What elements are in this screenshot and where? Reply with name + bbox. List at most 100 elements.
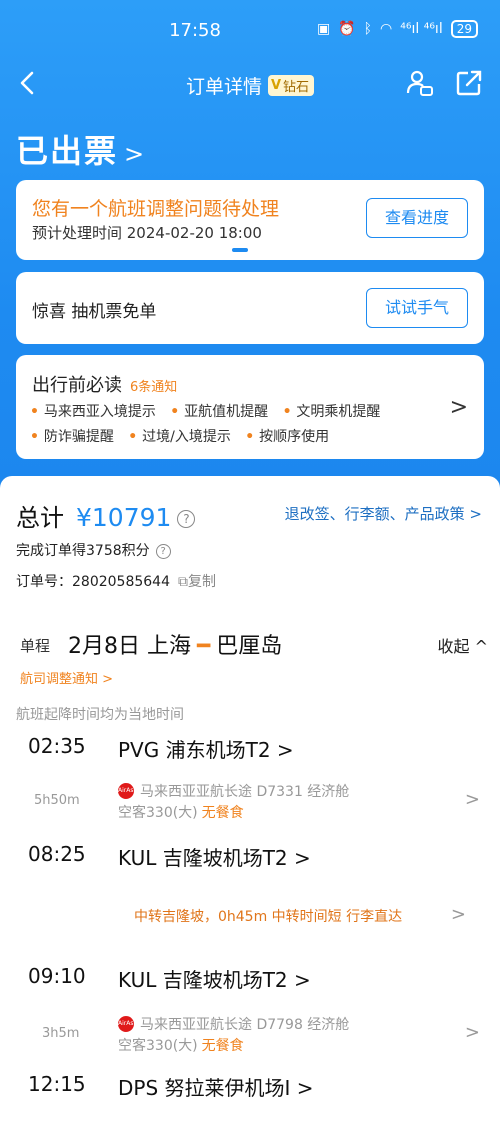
member-badge: V 钻石 <box>267 75 315 96</box>
chevron-right-icon: > <box>469 505 482 523</box>
help-icon[interactable]: ? <box>155 543 171 559</box>
collapse-button[interactable]: 收起 ^ <box>437 633 488 657</box>
lucky-draw-text: 惊喜 抽机票免单 <box>32 302 157 322</box>
route-from: 上海 <box>147 634 192 659</box>
airasia-logo-icon: AirAsia <box>118 1016 139 1032</box>
notice-item: 亚航值机提醒 <box>170 404 268 420</box>
bluetooth-icon: ᛒ <box>363 21 373 37</box>
chevron-right-icon: > <box>464 1022 480 1043</box>
flight-aircraft-meal: 空客330(大) 无餐食 <box>118 802 244 822</box>
travel-notice-card[interactable]: 出行前必读 6条通知 马来西亚入境提示 亚航值机提醒 文明乘机提醒 防诈骗提醒 过… <box>16 355 484 459</box>
flight-aircraft-meal: 空客330(大) 无餐食 <box>118 1035 244 1055</box>
chevron-right-icon: > <box>450 904 466 925</box>
notice-item: 过境/入境提示 <box>128 429 231 445</box>
route-header: 单程 2月8日 上海 ━ 巴厘岛 收起 ^ <box>20 628 490 660</box>
chevron-right-icon: > <box>296 1076 314 1100</box>
order-status[interactable]: 已出票 > <box>16 126 146 172</box>
customer-service-icon[interactable] <box>404 68 434 98</box>
nav-bar: 订单详情 V 钻石 <box>0 62 500 108</box>
signal-icon: ⁴⁶ıl ⁴⁶ıl <box>400 21 443 37</box>
route-date: 2月8日 <box>68 634 140 659</box>
flight-meal: 无餐食 <box>201 1038 244 1054</box>
flight-duration: 3h5m <box>42 1026 80 1041</box>
chevron-right-icon: > <box>276 738 294 762</box>
collapse-label: 收起 <box>437 637 470 656</box>
status-bar: 17:58 ▣ ⏰ ᛒ ◠ ⁴⁶ıl ⁴⁶ıl 29 <box>0 14 500 44</box>
notice-item: 文明乘机提醒 <box>283 404 381 420</box>
notice-item: 防诈骗提醒 <box>30 429 114 445</box>
page-title: 订单详情 <box>185 76 262 98</box>
segment-time: 12:15 <box>28 1072 86 1096</box>
lucky-draw-card[interactable]: 惊喜 抽机票免单 试试手气 <box>16 272 484 344</box>
order-status-text: 已出票 <box>16 132 119 170</box>
chevron-up-icon: ^ <box>474 637 488 656</box>
local-time-note: 航班起降时间均为当地时间 <box>16 707 184 723</box>
total-label: 总计 <box>16 504 64 532</box>
segment-time: 09:10 <box>28 964 86 988</box>
flight-info[interactable]: 3h5m AirAsia 马来西亚亚航长途 D7798 经济舱 空客330(大)… <box>0 1014 500 1058</box>
segment-airport: PVG 浦东机场T2 > <box>118 734 294 763</box>
travel-notice-row-2: 防诈骗提醒 过境/入境提示 按顺序使用 <box>30 426 339 446</box>
total-row: 总计 ¥10791? <box>16 498 196 533</box>
travel-notice-row-1: 马来西亚入境提示 亚航值机提醒 文明乘机提醒 <box>30 401 390 421</box>
chevron-right-icon: > <box>102 672 114 687</box>
segment-airport-label: KUL 吉隆坡机场T2 <box>118 846 288 870</box>
copy-button[interactable]: ⧉复制 <box>178 574 216 590</box>
chevron-right-icon: > <box>294 846 311 870</box>
segment-airport-label: DPS 努拉莱伊机场I <box>118 1076 291 1100</box>
try-luck-button[interactable]: 试试手气 <box>366 288 468 328</box>
route-arrow-icon: ━ <box>197 634 211 659</box>
chevron-right-icon: > <box>124 140 147 168</box>
nfc-icon: ▣ <box>316 21 331 37</box>
badge-label: 钻石 <box>283 80 310 95</box>
flight-aircraft: 空客330(大) <box>118 805 198 821</box>
order-number: 28020585644 <box>72 574 170 590</box>
order-detail-panel: 总计 ¥10791? 退改签、行李额、产品政策 > 完成订单得3758积分? 订单… <box>0 476 500 1121</box>
segment-airport: KUL 吉隆坡机场T2 > <box>118 842 311 871</box>
airline-adjust-notice-link[interactable]: 航司调整通知 > <box>20 668 113 687</box>
carousel-indicator <box>232 248 248 252</box>
travel-notice-count: 6条通知 <box>130 380 178 395</box>
flight-duration: 5h50m <box>34 793 80 808</box>
flight-aircraft: 空客330(大) <box>118 1038 198 1054</box>
segment-airport-label: PVG 浦东机场T2 <box>118 738 271 762</box>
airline-adjust-notice-label: 航司调整通知 <box>20 672 99 687</box>
adjust-notice-subtitle: 预计处理时间 2024-02-20 18:00 <box>32 224 262 242</box>
policy-link[interactable]: 退改签、行李额、产品政策 > <box>285 503 482 524</box>
chevron-right-icon: > <box>449 395 468 420</box>
segment-time: 08:25 <box>28 842 86 866</box>
battery-icon: 29 <box>450 20 478 38</box>
points-info: 完成订单得3758积分? <box>16 540 171 560</box>
notice-item: 马来西亚入境提示 <box>30 404 156 420</box>
transfer-info[interactable]: 中转吉隆坡，0h45m 中转时间短 行李直达 <box>134 906 402 926</box>
notice-item: 按顺序使用 <box>245 429 329 445</box>
points-text: 完成订单得3758积分 <box>16 543 150 559</box>
status-icons: ▣ ⏰ ᛒ ◠ ⁴⁶ıl ⁴⁶ıl 29 <box>317 20 478 38</box>
flight-meal: 无餐食 <box>201 805 244 821</box>
share-icon[interactable] <box>454 68 484 98</box>
wifi-icon: ◠ <box>380 21 393 37</box>
segment-airport-label: KUL 吉隆坡机场T2 <box>118 968 288 992</box>
travel-notice-header: 出行前必读 6条通知 <box>32 371 177 397</box>
flight-info[interactable]: 5h50m AirAsia 马来西亚亚航长途 D7331 经济舱 空客330(大… <box>0 781 500 825</box>
copy-icon: ⧉ <box>177 574 188 590</box>
flight-airline-number: 马来西亚亚航长途 D7798 经济舱 <box>140 1017 350 1033</box>
view-progress-button[interactable]: 查看进度 <box>366 198 468 238</box>
trip-type-tag: 单程 <box>20 637 51 655</box>
chevron-right-icon: > <box>464 789 480 810</box>
travel-notice-title: 出行前必读 <box>32 375 122 396</box>
help-icon[interactable]: ? <box>177 510 196 528</box>
route-title: 2月8日 上海 ━ 巴厘岛 <box>68 628 282 660</box>
diamond-v-icon: V <box>270 78 282 93</box>
chevron-right-icon: > <box>294 968 311 992</box>
adjust-notice-title: 您有一个航班调整问题待处理 <box>32 198 280 220</box>
order-number-label: 订单号： <box>16 574 72 590</box>
alarm-icon: ⏰ <box>338 21 356 37</box>
flight-adjust-card[interactable]: 您有一个航班调整问题待处理 预计处理时间 2024-02-20 18:00 查看… <box>16 180 484 260</box>
total-price: ¥10791 <box>76 503 172 532</box>
segment-airport: KUL 吉隆坡机场T2 > <box>118 964 311 993</box>
segment-airport: DPS 努拉莱伊机场I > <box>118 1072 314 1101</box>
policy-link-label: 退改签、行李额、产品政策 <box>284 505 465 523</box>
order-number-row: 订单号：28020585644 ⧉复制 <box>16 571 216 591</box>
segment-time: 02:35 <box>28 734 86 758</box>
